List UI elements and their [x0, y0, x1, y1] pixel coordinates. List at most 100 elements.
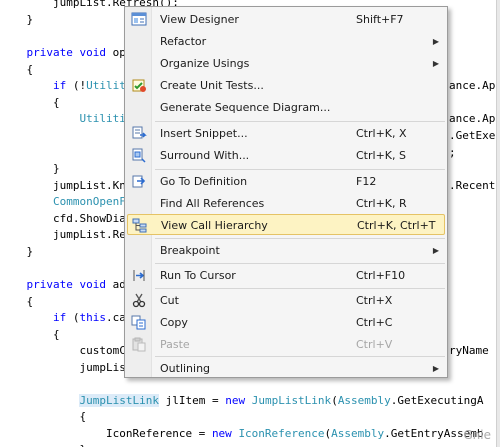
menu-item-run-to-cursor[interactable]: Run To Cursor Ctrl+F10	[127, 265, 445, 286]
code-line[interactable]: if (this.cat	[0, 309, 133, 326]
menu-item-label: Cut	[160, 294, 179, 307]
code-token: this	[79, 311, 106, 324]
code-line[interactable]: CommonOpenFi	[0, 193, 132, 210]
code-line[interactable]: private void ope	[0, 44, 133, 61]
code-fragment: ance.App	[449, 79, 500, 92]
code-line[interactable]: if (!Utiliti	[0, 77, 132, 94]
menu-item-organize-usings[interactable]: Organize Usings ▶	[127, 53, 445, 74]
menu-item-shortcut: Ctrl+F10	[356, 269, 406, 282]
code-token: {	[52, 96, 60, 109]
menu-item-create-unit-tests[interactable]: Create Unit Tests...	[127, 75, 445, 96]
code-line[interactable]: jumpList	[0, 359, 132, 376]
menu-item-shortcut: Ctrl+K, X	[356, 127, 407, 140]
code-token: }	[26, 13, 34, 26]
surround-with-icon	[131, 148, 147, 163]
paste-icon	[131, 337, 147, 352]
code-line[interactable]: }	[0, 11, 34, 28]
menu-item-shortcut: Ctrl+X	[356, 294, 393, 307]
menu-item-label: Run To Cursor	[160, 269, 236, 282]
menu-item-refactor[interactable]: Refactor ▶	[127, 31, 445, 52]
menu-item-label: Breakpoint	[160, 244, 220, 257]
menu-item-shortcut: F12	[356, 175, 377, 188]
code-fragment: ryName	[449, 344, 489, 357]
code-token: JumpListLink	[79, 394, 159, 407]
menu-item-view-call-hierarchy[interactable]: View Call Hierarchy Ctrl+K, Ctrl+T	[127, 214, 445, 235]
code-line[interactable]: }	[0, 160, 60, 177]
menu-item-label: Find All References	[160, 197, 265, 210]
menu-separator	[155, 121, 445, 122]
code-line[interactable]: {	[0, 94, 60, 111]
code-line[interactable]: private void add	[0, 276, 133, 293]
menu-item-go-to-definition[interactable]: Go To Definition F12	[127, 171, 445, 192]
code-token: private	[26, 46, 73, 59]
submenu-arrow-icon: ▶	[432, 246, 439, 255]
editor-scrollbar[interactable]	[496, 0, 500, 447]
menu-item-paste: Paste Ctrl+V	[127, 334, 445, 355]
code-token: Assembly	[331, 427, 385, 440]
menu-separator	[155, 238, 445, 239]
code-line[interactable]: JumpListLink jlItem = new JumpListLink(A…	[0, 392, 484, 409]
cut-icon	[131, 293, 147, 308]
code-line[interactable]: }	[0, 243, 34, 260]
menu-item-label: Refactor	[160, 35, 207, 48]
code-token: if	[52, 311, 67, 324]
code-token: void	[79, 278, 106, 291]
code-token: {	[26, 63, 34, 76]
menu-separator	[155, 288, 445, 289]
menu-item-insert-snippet[interactable]: Insert Snippet... Ctrl+K, X	[127, 123, 445, 144]
menu-item-generate-sequence-diagram[interactable]: Generate Sequence Diagram...	[127, 97, 445, 118]
code-token: }	[26, 245, 34, 258]
code-token: (	[66, 311, 80, 324]
code-fragment: ;	[449, 146, 456, 159]
menu-item-label: Outlining	[160, 362, 211, 375]
code-line[interactable]: IconReference = new IconReference(Assemb…	[0, 425, 484, 442]
code-line[interactable]: {	[0, 408, 86, 425]
code-line[interactable]: customCa	[0, 342, 132, 359]
menu-item-find-all-references[interactable]: Find All References Ctrl+K, R	[127, 193, 445, 214]
code-token: void	[79, 46, 106, 59]
context-menu: View Designer Shift+F7 Refactor ▶ Organize U…	[124, 6, 448, 378]
menu-item-cut[interactable]: Cut Ctrl+X	[127, 290, 445, 311]
go-to-definition-icon	[131, 174, 147, 189]
menu-item-outlining[interactable]: Outlining ▶	[127, 358, 445, 379]
call-hierarchy-icon	[132, 218, 148, 233]
code-token: new	[211, 427, 232, 440]
code-line[interactable]: {	[0, 61, 34, 78]
menu-item-copy[interactable]: Copy Ctrl+C	[127, 312, 445, 333]
code-line[interactable]: {	[0, 293, 34, 310]
menu-item-breakpoint[interactable]: Breakpoint ▶	[127, 240, 445, 261]
menu-item-surround-with[interactable]: Surround With... Ctrl+K, S	[127, 145, 445, 166]
code-token: {	[79, 410, 87, 423]
menu-item-label: Copy	[160, 316, 188, 329]
code-token: Assembly	[337, 394, 391, 407]
code-line[interactable]: jumpList.Ref	[0, 226, 132, 243]
menu-item-view-designer[interactable]: View Designer Shift+F7	[127, 9, 445, 30]
code-line[interactable]: Utilitie	[0, 110, 132, 127]
run-to-cursor-icon	[131, 268, 147, 283]
menu-item-label: Surround With...	[160, 149, 250, 162]
code-fragment: .Recent	[449, 179, 496, 192]
insert-snippet-icon	[131, 126, 147, 141]
code-line[interactable]: };	[0, 441, 92, 447]
code-line[interactable]: {	[0, 326, 60, 343]
menu-item-label: View Designer	[160, 13, 239, 26]
code-token: {	[26, 295, 34, 308]
code-token: };	[79, 443, 92, 447]
code-token: jlItem =	[158, 394, 226, 407]
code-line[interactable]: cfd.ShowDial	[0, 210, 132, 227]
menu-separator	[155, 263, 445, 264]
code-token: jumpList.Kno	[52, 179, 133, 192]
code-line[interactable]: jumpList.Kno	[0, 177, 132, 194]
submenu-arrow-icon: ▶	[432, 59, 439, 68]
